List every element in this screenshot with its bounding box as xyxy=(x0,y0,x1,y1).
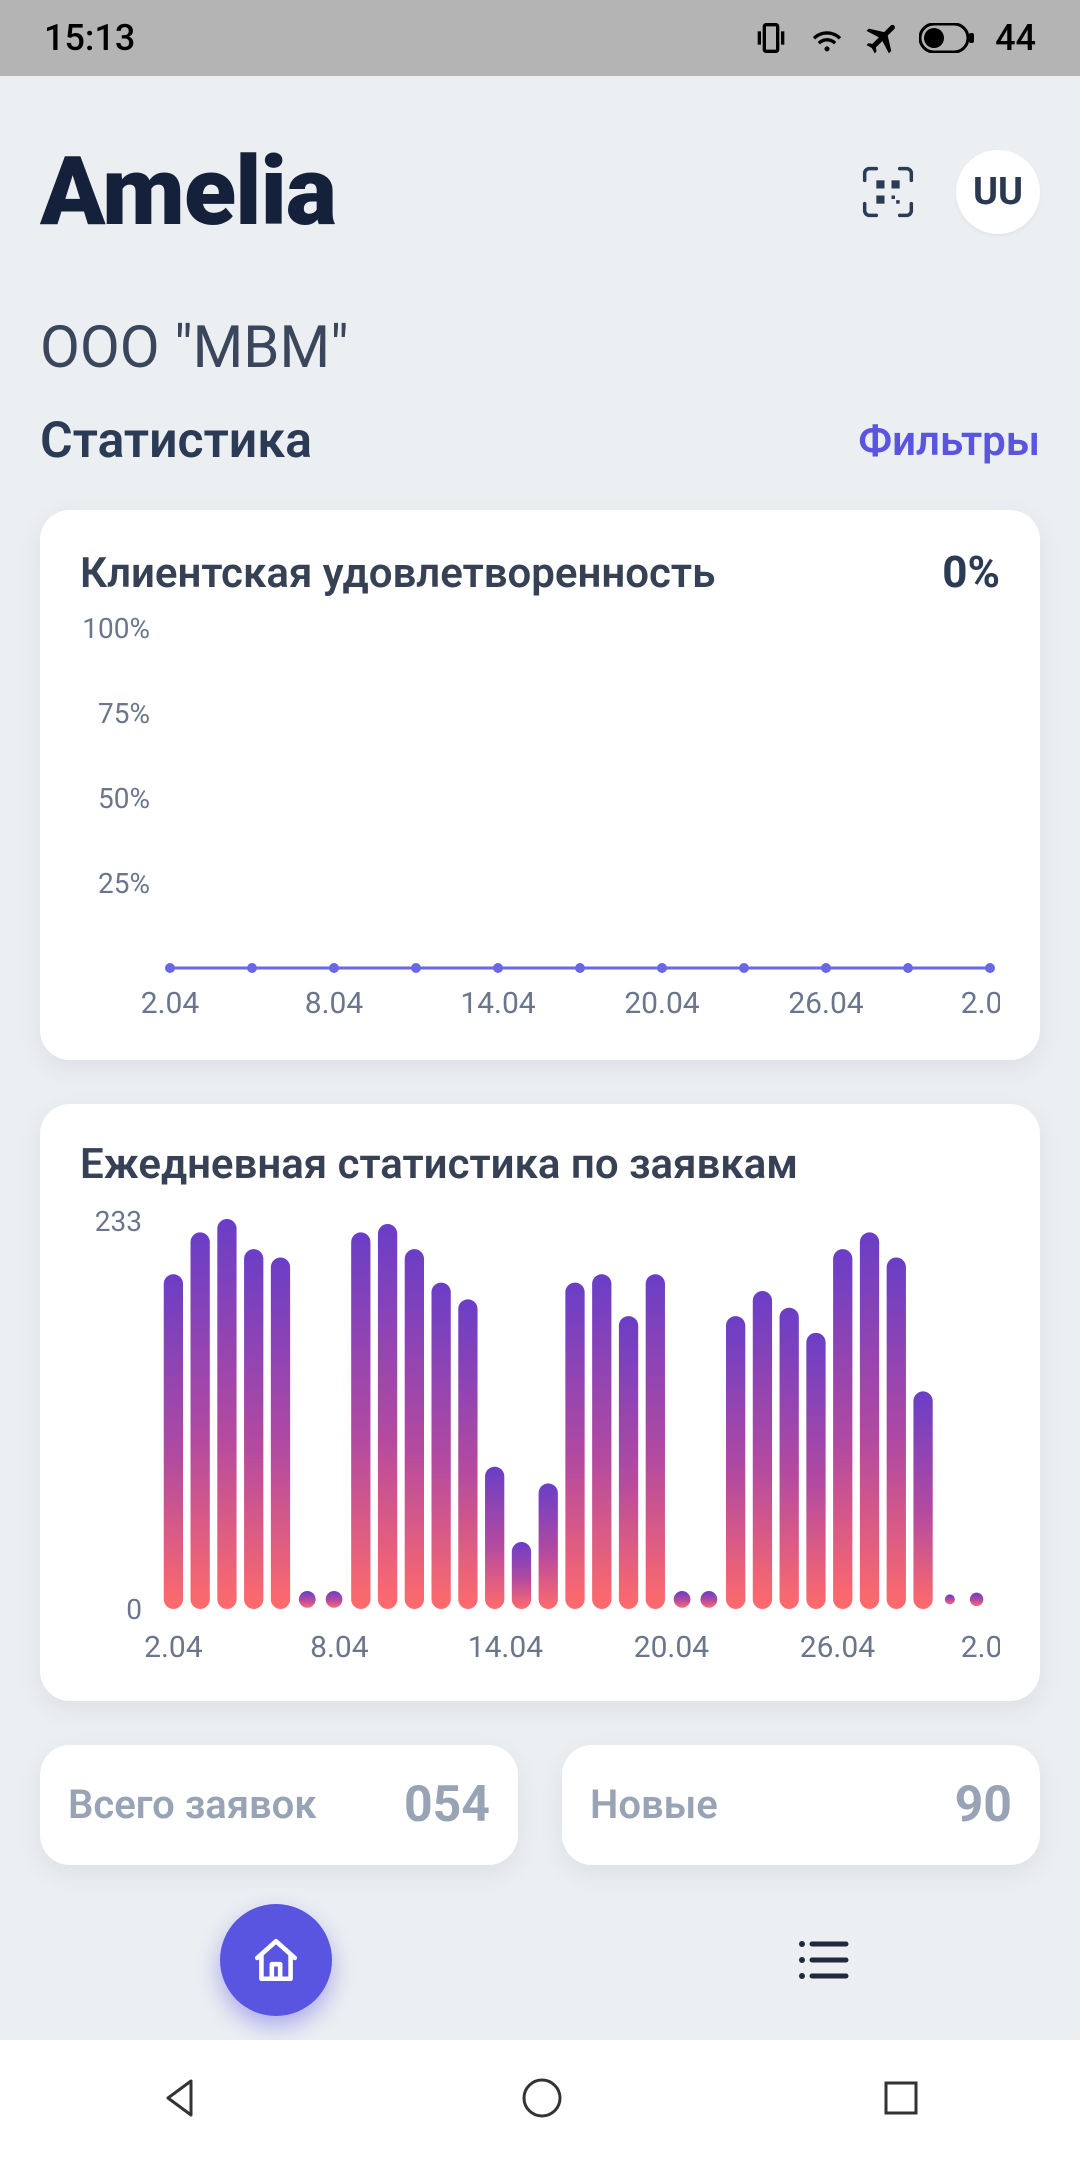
satisfaction-card[interactable]: Клиентская удовлетворенность 0% 25% 50% 75… xyxy=(40,510,1040,1060)
status-bar: 15:13 44 xyxy=(0,0,1080,76)
svg-text:2.05: 2.05 xyxy=(961,986,1000,1021)
daily-stats-title: Ежедневная статистика по заявкам xyxy=(80,1140,798,1189)
system-nav-bar xyxy=(0,2040,1080,2160)
satisfaction-chart: 25% 50% 75% 100% 2.04 8.04 14.04 20.04 26.04 2.05 xyxy=(80,608,1000,1028)
svg-text:2.05: 2.05 xyxy=(961,1630,1000,1665)
home-icon xyxy=(251,1935,301,1985)
circle-home-icon xyxy=(517,2073,567,2123)
app-title: Amelia xyxy=(40,136,336,248)
svg-text:2.04: 2.04 xyxy=(141,986,200,1021)
svg-text:2.04: 2.04 xyxy=(144,1630,203,1665)
svg-text:8.04: 8.04 xyxy=(310,1630,369,1665)
svg-text:20.04: 20.04 xyxy=(624,986,699,1021)
summary-new-card[interactable]: Новые 90 xyxy=(562,1745,1040,1865)
vibrate-icon xyxy=(751,18,791,58)
qr-scan-icon xyxy=(860,164,916,220)
svg-text:75%: 75% xyxy=(98,697,150,730)
summary-total-label: Всего заявок xyxy=(68,1781,317,1829)
wifi-icon xyxy=(807,18,847,58)
avatar-initials: UU xyxy=(973,170,1023,214)
section-title: Статистика xyxy=(40,412,312,470)
sys-back-button[interactable] xyxy=(156,2073,206,2127)
svg-text:14.04: 14.04 xyxy=(460,986,535,1021)
sys-recent-button[interactable] xyxy=(878,2075,924,2125)
home-button[interactable] xyxy=(220,1904,332,2016)
battery-icon xyxy=(919,23,975,53)
qr-scan-button[interactable] xyxy=(856,160,920,224)
summary-row: Всего заявок 054 Новые 90 xyxy=(40,1745,1040,1865)
sys-home-button[interactable] xyxy=(517,2073,567,2127)
daily-stats-chart: 233 02.04 8.04 14.04 20.04 26.04 2.05 xyxy=(80,1199,1000,1669)
svg-text:26.04: 26.04 xyxy=(800,1630,875,1665)
list-icon xyxy=(796,1936,852,1984)
filters-link[interactable]: Фильтры xyxy=(858,417,1040,466)
status-right: 44 xyxy=(751,17,1036,59)
svg-text:233: 233 xyxy=(95,1205,142,1238)
content: Amelia UU ООО "МВМ" Ста xyxy=(0,76,1080,2065)
satisfaction-value: 0% xyxy=(942,546,1000,598)
svg-text:14.04: 14.04 xyxy=(468,1630,543,1665)
summary-new-value: 90 xyxy=(955,1776,1012,1834)
square-recent-icon xyxy=(878,2075,924,2121)
svg-text:25%: 25% xyxy=(98,867,150,900)
section-row: Статистика Фильтры xyxy=(40,412,1040,470)
org-name: ООО "МВМ" xyxy=(40,314,1040,382)
summary-new-label: Новые xyxy=(590,1781,718,1829)
triangle-back-icon xyxy=(156,2073,206,2123)
svg-text:50%: 50% xyxy=(98,782,150,815)
daily-stats-card[interactable]: Ежедневная статистика по заявкам 23302.0… xyxy=(40,1104,1040,1701)
airplane-icon xyxy=(863,18,903,58)
header-actions: UU xyxy=(856,150,1040,234)
header-row: Amelia UU xyxy=(40,106,1040,268)
summary-total-value: 054 xyxy=(404,1776,490,1834)
avatar[interactable]: UU xyxy=(956,150,1040,234)
svg-text:26.04: 26.04 xyxy=(788,986,863,1021)
svg-text:8.04: 8.04 xyxy=(305,986,364,1021)
svg-text:20.04: 20.04 xyxy=(634,1630,709,1665)
summary-total-card[interactable]: Всего заявок 054 xyxy=(40,1745,518,1865)
status-time: 15:13 xyxy=(44,17,135,59)
battery-percent: 44 xyxy=(995,17,1036,59)
svg-text:100%: 100% xyxy=(82,612,150,645)
svg-text:0: 0 xyxy=(126,1593,142,1626)
satisfaction-title: Клиентская удовлетворенность xyxy=(80,549,715,598)
list-button[interactable] xyxy=(788,1924,860,1996)
